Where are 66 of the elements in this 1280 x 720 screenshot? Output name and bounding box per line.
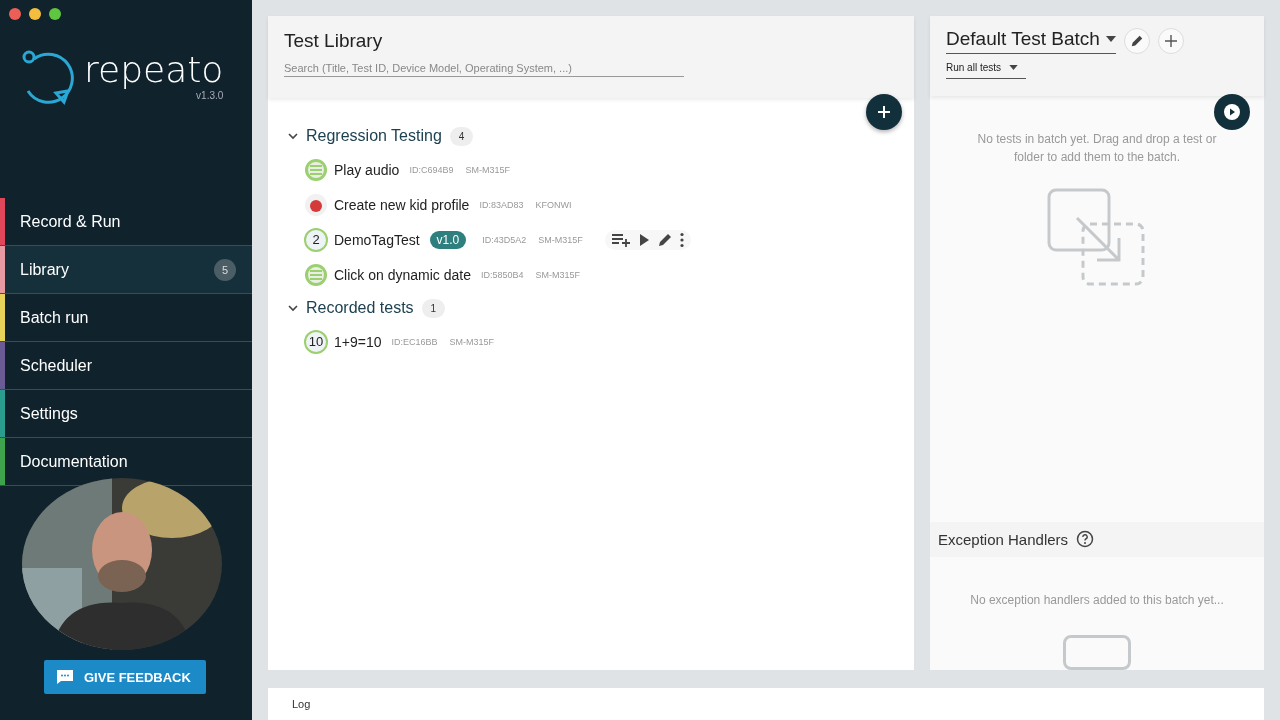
chevron-icon[interactable] (288, 132, 298, 140)
folder-name[interactable]: Regression Testing (306, 127, 442, 145)
more-button[interactable] (678, 231, 685, 248)
panel-title: Test Library (284, 30, 384, 52)
batch-dropdown[interactable]: Default Test Batch (946, 28, 1116, 54)
zoom-button[interactable] (49, 8, 61, 20)
count-badge: 4 (449, 126, 474, 146)
test-title[interactable]: Click on dynamic date (334, 266, 471, 283)
test-id: ID:83AD83 (479, 199, 524, 210)
test-id: ID:5850B4 (480, 269, 524, 280)
search-field[interactable]: Search (Title, Test ID, Device Model, Operating System, ...) (284, 60, 684, 77)
nav-item[interactable]: Documentation (0, 438, 252, 486)
close-button[interactable] (9, 8, 21, 20)
avatar-icon (304, 192, 328, 217)
device-model: SM-M315F (538, 234, 583, 245)
caret-icon (1009, 65, 1019, 70)
run-mode-dropdown[interactable]: Run all tests (946, 60, 1026, 79)
version-tag: v1.0 (429, 230, 467, 249)
log-tab[interactable]: Log (292, 698, 311, 710)
test-title[interactable]: DemoTagTest (334, 231, 420, 248)
test-id: ID:43D5A2 (482, 234, 527, 245)
add-button[interactable] (866, 94, 902, 130)
chevron-icon[interactable] (288, 304, 298, 312)
empty-message: No exception handlers added to this batch yet... (969, 591, 1225, 609)
list-icon (304, 157, 328, 182)
device-model: KFONWI (535, 199, 572, 210)
chat-icon (56, 669, 74, 685)
caret-icon (1105, 36, 1116, 42)
help-icon[interactable] (1076, 530, 1095, 549)
placeholder-icon (1063, 634, 1131, 670)
empty-message: No tests in batch yet. Drag and drop a test or folder to add them to the batch. (976, 131, 1218, 166)
list-icon (304, 262, 328, 287)
test-title[interactable]: Play audio (334, 161, 400, 178)
nav-item[interactable]: Settings (0, 390, 252, 438)
run-button[interactable] (1214, 94, 1250, 130)
test-title[interactable]: 1+9=10 (334, 333, 382, 350)
pencil-icon (656, 231, 673, 248)
drag-drop-icon (1047, 188, 1147, 288)
number-icon: 10 (304, 329, 328, 354)
version-label: v1.3.0 (196, 89, 224, 101)
plus-icon (1164, 35, 1177, 47)
device-model: SM-M315F (465, 164, 510, 175)
section-title: Exception Handlers (938, 530, 1069, 548)
play-icon (1224, 104, 1240, 120)
device-model: SM-M315F (535, 269, 580, 280)
test-id: ID:C694B9 (409, 164, 454, 175)
more-icon (678, 231, 685, 248)
count-badge: 1 (421, 298, 446, 318)
edit-button[interactable] (1123, 28, 1150, 54)
minimize-button[interactable] (29, 8, 41, 20)
test-id: ID:EC16BB (391, 336, 438, 347)
playlist-add-icon (610, 232, 631, 247)
nav-item[interactable]: Library 5 (0, 246, 252, 294)
plus-icon (877, 105, 891, 119)
folder-name[interactable]: Recorded tests (306, 299, 414, 317)
test-title[interactable]: Create new kid profile (334, 196, 470, 213)
add-to-batch-button[interactable] (610, 232, 631, 247)
nav-item[interactable]: Batch run (0, 294, 252, 342)
number-icon: 2 (304, 227, 328, 252)
device-model: SM-M315F (449, 336, 495, 347)
give-feedback-button[interactable]: GIVE FEEDBACK (44, 660, 206, 694)
nav-item[interactable]: Scheduler (0, 342, 252, 390)
nav-item[interactable]: Record & Run (0, 198, 252, 246)
pencil-icon (1129, 34, 1144, 48)
count-badge: 5 (214, 258, 236, 281)
edit-button[interactable] (656, 231, 673, 248)
